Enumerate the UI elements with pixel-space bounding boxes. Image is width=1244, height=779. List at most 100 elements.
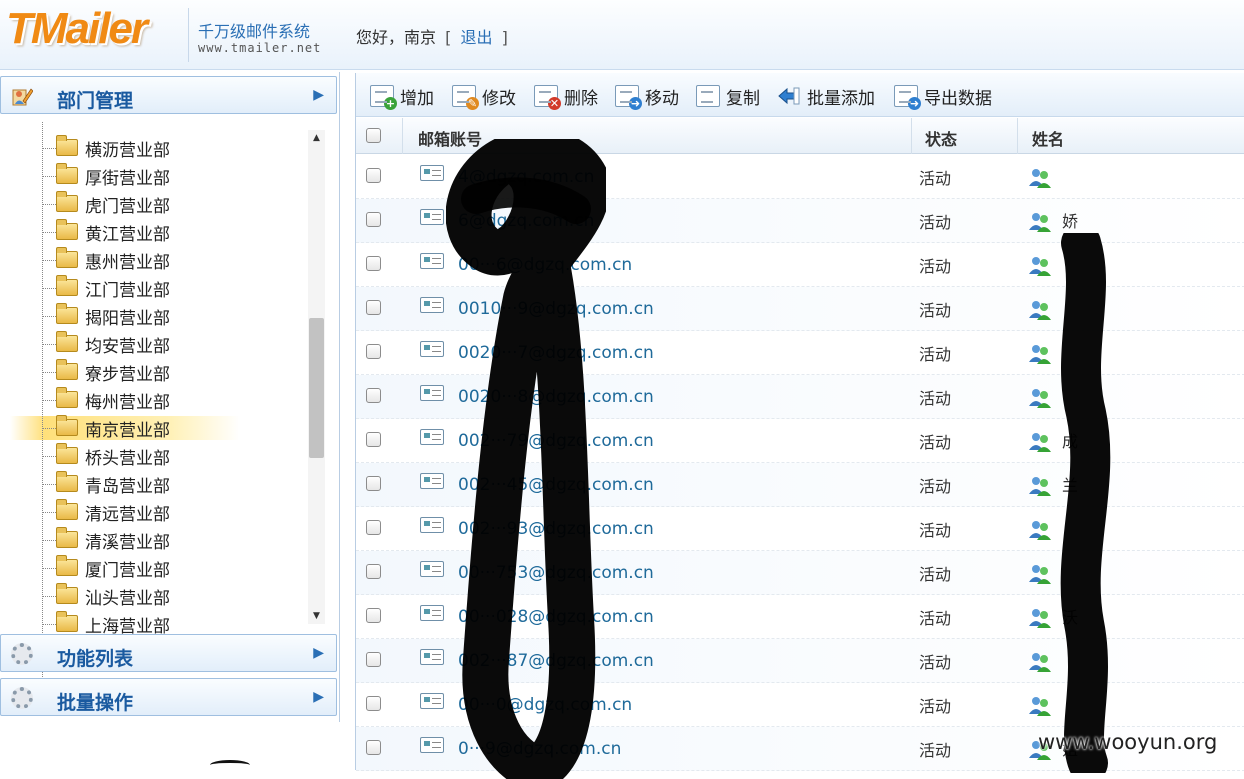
dept-management-header[interactable]: 部门管理 ▶ (0, 76, 337, 114)
table-row[interactable]: 0010···9@dgzq.com.cn 活动 (356, 287, 1244, 331)
row-checkbox[interactable] (366, 344, 381, 359)
tree-node[interactable]: 寮步营业部 (0, 358, 300, 386)
row-checkbox[interactable] (366, 652, 381, 667)
batch-add-label: 批量添加 (807, 88, 875, 109)
row-checkbox[interactable] (366, 696, 381, 711)
tree-node[interactable]: 厦门营业部 (0, 554, 300, 582)
row-checkbox[interactable] (366, 564, 381, 579)
tree-node[interactable]: 虎门营业部 (0, 190, 300, 218)
add-label: 增加 (400, 88, 434, 109)
row-checkbox[interactable] (366, 168, 381, 183)
copy-button[interactable]: 复制 (696, 83, 760, 109)
email-link[interactable]: 6@dgzq.com.cn (458, 211, 594, 231)
function-list-header[interactable]: 功能列表 ▶ (0, 634, 337, 672)
email-link[interactable]: 002···87@dgzq.com.cn (458, 651, 654, 671)
table-row[interactable]: 6@dgzq.com.cn 活动 娇 (356, 199, 1244, 243)
table-row[interactable]: 0020···7@dgzq.com.cn 活动 (356, 331, 1244, 375)
users-icon (1029, 521, 1051, 540)
table-row[interactable]: 002···93@dgzq.com.cn 活动 (356, 507, 1244, 551)
tree-scrollbar[interactable]: ▲ ▼ (308, 130, 325, 624)
tree-node[interactable]: 均安营业部 (0, 330, 300, 358)
tree-node[interactable]: 南京营业部 (0, 414, 300, 442)
tree-node[interactable]: 清远营业部 (0, 498, 300, 526)
col-name-header[interactable]: 姓名 (1032, 126, 1064, 150)
row-checkbox[interactable] (366, 300, 381, 315)
email-link[interactable]: 002···79@dgzq.com.cn (458, 431, 654, 451)
email-link[interactable]: 00···753@dgzq.com.cn (458, 563, 654, 583)
tree-node[interactable]: 清溪营业部 (0, 526, 300, 554)
email-link[interactable]: 00···0@dgzq.com.cn (458, 695, 632, 715)
scroll-thumb[interactable] (309, 318, 324, 458)
pencil-icon: ✎ (452, 85, 479, 110)
tree-node[interactable]: 黄江营业部 (0, 218, 300, 246)
add-button[interactable]: + 增加 (370, 83, 434, 110)
table-row[interactable]: 002···45@dgzq.com.cn 活动 兰 (356, 463, 1244, 507)
tree-connector (42, 456, 56, 457)
mailbox-card-icon (420, 429, 444, 445)
tree-node-label: 揭阳营业部 (85, 309, 170, 329)
tree-node-label: 厚街营业部 (85, 169, 170, 189)
tree-node[interactable]: 江门营业部 (0, 274, 300, 302)
table-row[interactable]: 002···79@dgzq.com.cn 活动 成 (356, 419, 1244, 463)
logout-link[interactable]: 退出 (460, 28, 492, 47)
email-link[interactable]: 002···93@dgzq.com.cn (458, 519, 654, 539)
col-email-header[interactable]: 邮箱账号 (418, 126, 482, 150)
users-icon (1029, 345, 1051, 364)
export-button[interactable]: ➜ 导出数据 (894, 83, 992, 110)
row-checkbox[interactable] (366, 740, 381, 755)
edit-button[interactable]: ✎ 修改 (452, 83, 516, 110)
table-row[interactable]: 00···753@dgzq.com.cn 活动 (356, 551, 1244, 595)
email-link[interactable]: 0010···9@dgzq.com.cn (458, 299, 654, 319)
tree-connector (42, 204, 56, 205)
email-link[interactable]: 4@dgzq.com.cn (458, 167, 594, 187)
tree-node[interactable]: 汕头营业部 (0, 582, 300, 610)
logo-divider (188, 8, 189, 62)
status-text: 活动 (919, 477, 952, 496)
scroll-down-arrow-icon[interactable]: ▼ (308, 608, 325, 624)
tree-node[interactable]: 梅州营业部 (0, 386, 300, 414)
users-icon (1029, 213, 1051, 232)
tree-node[interactable]: 厚街营业部 (0, 162, 300, 190)
row-checkbox[interactable] (366, 476, 381, 491)
col-status-header[interactable]: 状态 (925, 126, 957, 150)
copy-label: 复制 (726, 88, 760, 109)
email-link[interactable]: 0020···8@dgzq.com.cn (458, 387, 654, 407)
email-link[interactable]: 0···9@dgzq.com.cn (458, 739, 621, 759)
status-text: 活动 (919, 521, 952, 540)
batch-operation-header[interactable]: 批量操作 ▶ (0, 678, 337, 716)
tree-node[interactable]: 桥头营业部 (0, 442, 300, 470)
row-checkbox[interactable] (366, 432, 381, 447)
email-link[interactable]: 00···6@dgzq.com.cn (458, 255, 632, 275)
row-checkbox[interactable] (366, 388, 381, 403)
email-link[interactable]: 002···45@dgzq.com.cn (458, 475, 654, 495)
delete-button[interactable]: ✕ 删除 (534, 83, 598, 110)
tree-node[interactable]: 青岛营业部 (0, 470, 300, 498)
batch-add-button[interactable]: 批量添加 (777, 83, 875, 109)
email-link[interactable]: 0020···7@dgzq.com.cn (458, 343, 654, 363)
table-row[interactable]: 00···028@dgzq.com.cn 活动 沃 (356, 595, 1244, 639)
table-row[interactable]: 002···87@dgzq.com.cn 活动 (356, 639, 1244, 683)
table-row[interactable]: 00···0@dgzq.com.cn 活动 (356, 683, 1244, 727)
tree-node[interactable]: 横沥营业部 (0, 134, 300, 162)
row-checkbox[interactable] (366, 256, 381, 271)
select-all-checkbox[interactable] (366, 128, 381, 143)
row-checkbox[interactable] (366, 608, 381, 623)
tree-node[interactable]: 揭阳营业部 (0, 302, 300, 330)
scroll-up-arrow-icon[interactable]: ▲ (308, 130, 325, 146)
tree-node[interactable]: 惠州营业部 (0, 246, 300, 274)
move-button[interactable]: ➜ 移动 (615, 83, 679, 110)
tree-connector (42, 540, 56, 541)
tree-connector (42, 568, 56, 569)
tree-node-label: 江门营业部 (85, 281, 170, 301)
tree-node-label: 横沥营业部 (85, 141, 170, 161)
row-checkbox[interactable] (366, 212, 381, 227)
table-row[interactable]: 00···6@dgzq.com.cn 活动 (356, 243, 1244, 287)
status-text: 活动 (919, 345, 952, 364)
folder-icon (56, 555, 78, 576)
tree-node-label: 虎门营业部 (85, 197, 170, 217)
table-row[interactable]: 0020···8@dgzq.com.cn 活动 (356, 375, 1244, 419)
table-row[interactable]: 4@dgzq.com.cn 活动 (356, 155, 1244, 199)
move-label: 移动 (645, 88, 679, 109)
email-link[interactable]: 00···028@dgzq.com.cn (458, 607, 654, 627)
row-checkbox[interactable] (366, 520, 381, 535)
